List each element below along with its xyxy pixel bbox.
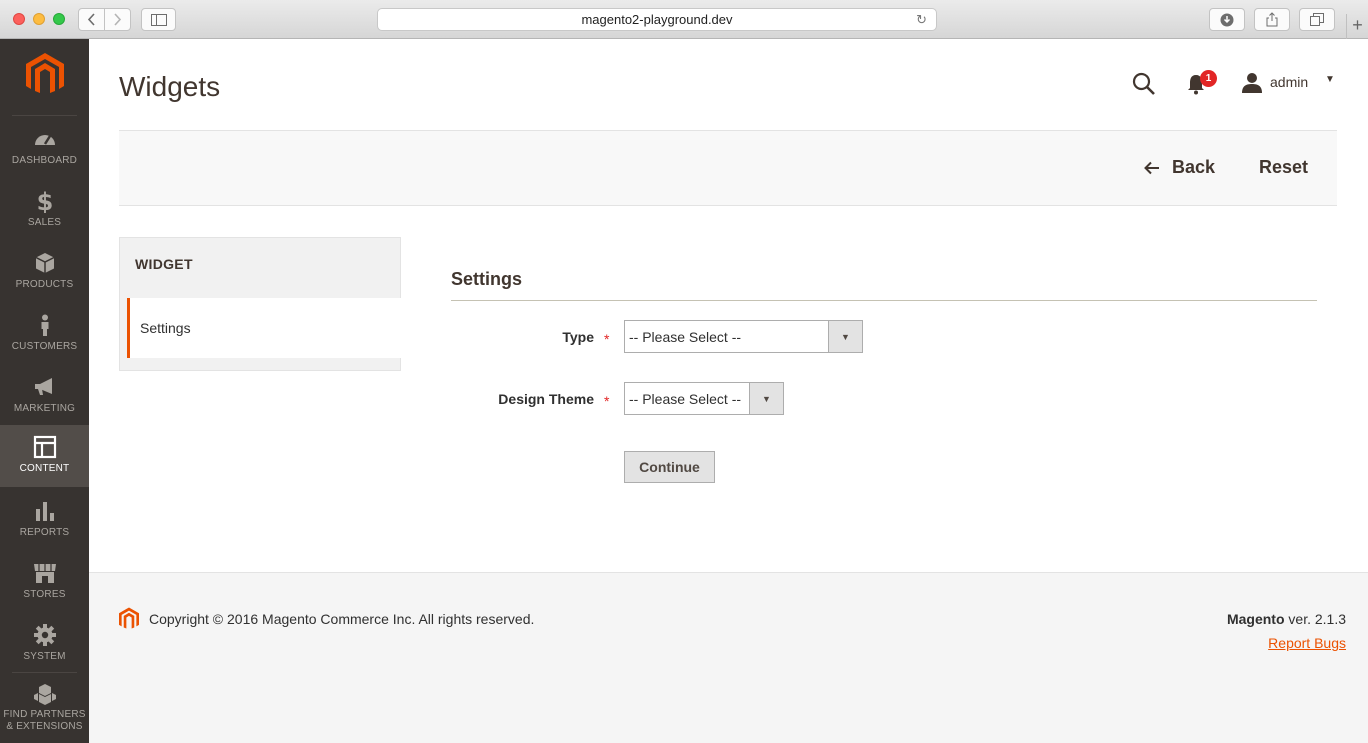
browser-forward-button[interactable] bbox=[104, 8, 131, 31]
svg-text:$: $ bbox=[36, 189, 53, 213]
sidebar-icon bbox=[150, 13, 167, 26]
section-divider bbox=[451, 300, 1317, 301]
menu-label: STORES bbox=[23, 589, 66, 600]
show-tabs-button[interactable] bbox=[1299, 8, 1335, 31]
type-select[interactable]: -- Please Select -- ▼ bbox=[624, 320, 863, 353]
chevron-right-icon bbox=[114, 13, 122, 26]
caret-down-icon[interactable]: ▼ bbox=[1325, 74, 1335, 85]
back-label: Back bbox=[1172, 157, 1216, 177]
menu-label: SYSTEM bbox=[23, 651, 66, 662]
page-footer: Copyright © 2016 Magento Commerce Inc. A… bbox=[89, 572, 1368, 743]
minimize-window-button[interactable] bbox=[33, 13, 45, 25]
version-text: Magento ver. 2.1.3 bbox=[1227, 611, 1346, 627]
menu-item-system[interactable]: SYSTEM bbox=[0, 613, 89, 675]
tabs-title: WIDGET bbox=[135, 256, 193, 272]
person-icon bbox=[41, 314, 48, 336]
widget-tabs: WIDGET Settings bbox=[119, 237, 401, 371]
report-bugs-link[interactable]: Report Bugs bbox=[1268, 635, 1346, 651]
required-mark: * bbox=[604, 331, 610, 347]
menu-label: DASHBOARD bbox=[11, 155, 78, 166]
caret-down-icon: ▼ bbox=[828, 321, 862, 352]
page-actions-bar: Back Reset bbox=[119, 130, 1337, 206]
type-select-value: -- Please Select -- bbox=[629, 329, 742, 345]
address-bar[interactable]: magento2-playground.dev ↻ bbox=[377, 8, 937, 31]
browser-back-button[interactable] bbox=[78, 8, 105, 31]
page-title: Widgets bbox=[119, 71, 221, 102]
megaphone-icon bbox=[34, 378, 52, 395]
design-theme-select[interactable]: -- Please Select -- ▼ bbox=[624, 382, 784, 415]
gear-icon bbox=[33, 624, 56, 646]
new-tab-button[interactable]: + bbox=[1346, 14, 1368, 39]
dollar-icon: $ bbox=[36, 189, 53, 213]
user-icon[interactable] bbox=[1241, 72, 1263, 94]
version-number: ver. 2.1.3 bbox=[1288, 611, 1346, 627]
admin-user-menu[interactable]: admin bbox=[1270, 74, 1308, 90]
caret-down-icon: ▼ bbox=[749, 383, 783, 414]
dashboard-gauge-icon bbox=[34, 135, 55, 145]
close-window-button[interactable] bbox=[13, 13, 25, 25]
notifications-badge: 1 bbox=[1200, 70, 1217, 87]
menu-item-sales[interactable]: $ SALES bbox=[0, 179, 89, 241]
page-content: Widgets 1 admin ▼ Back Reset WIDGET Sett… bbox=[89, 39, 1368, 743]
magento-logo-icon[interactable] bbox=[26, 53, 64, 93]
download-icon bbox=[1220, 13, 1234, 26]
magento-logo-icon bbox=[119, 607, 139, 629]
menu-item-reports[interactable]: REPORTS bbox=[0, 489, 89, 551]
menu-item-find-partners[interactable]: FIND PARTNERS & EXTENSIONS bbox=[0, 675, 89, 743]
continue-button[interactable]: Continue bbox=[624, 451, 715, 483]
menu-item-dashboard[interactable]: DASHBOARD bbox=[0, 117, 89, 179]
back-button[interactable]: Back bbox=[1144, 157, 1215, 178]
tabs-icon bbox=[1310, 13, 1324, 26]
required-mark: * bbox=[604, 393, 610, 409]
tab-label: Settings bbox=[140, 320, 191, 336]
copyright-text: Copyright © 2016 Magento Commerce Inc. A… bbox=[149, 611, 535, 627]
zoom-window-button[interactable] bbox=[53, 13, 65, 25]
menu-divider bbox=[12, 115, 77, 116]
type-label: Type bbox=[562, 329, 594, 345]
menu-label: CUSTOMERS bbox=[11, 341, 78, 352]
storefront-icon bbox=[33, 564, 56, 583]
chevron-left-icon bbox=[87, 13, 95, 26]
search-icon[interactable] bbox=[1132, 72, 1156, 96]
reload-icon[interactable]: ↻ bbox=[916, 9, 927, 30]
browser-toolbar: magento2-playground.dev ↻ + bbox=[0, 0, 1368, 39]
menu-item-products[interactable]: PRODUCTS bbox=[0, 241, 89, 303]
menu-label: PRODUCTS bbox=[15, 279, 74, 290]
design-theme-select-value: -- Please Select -- bbox=[629, 391, 742, 407]
share-button[interactable] bbox=[1254, 8, 1290, 31]
extensions-cubes-icon bbox=[33, 684, 56, 705]
layout-icon bbox=[33, 435, 56, 459]
menu-divider bbox=[12, 672, 77, 673]
menu-label: FIND PARTNERS & EXTENSIONS bbox=[3, 709, 86, 732]
menu-label: SALES bbox=[27, 217, 62, 228]
design-theme-label: Design Theme bbox=[498, 391, 594, 407]
menu-label: MARKETING bbox=[13, 403, 76, 414]
browser-sidebar-button[interactable] bbox=[141, 8, 176, 31]
admin-menu: DASHBOARD $ SALES PRODUCTS CUSTOMERS MAR… bbox=[0, 39, 89, 743]
menu-label: CONTENT bbox=[19, 463, 70, 474]
box-icon bbox=[35, 253, 54, 273]
menu-item-stores[interactable]: STORES bbox=[0, 551, 89, 613]
section-title: Settings bbox=[451, 269, 523, 289]
arrow-left-icon bbox=[1144, 161, 1159, 174]
downloads-button[interactable] bbox=[1209, 8, 1245, 31]
menu-item-customers[interactable]: CUSTOMERS bbox=[0, 303, 89, 365]
reset-button[interactable]: Reset bbox=[1259, 157, 1308, 178]
bar-chart-icon bbox=[35, 502, 54, 521]
url-text: magento2-playground.dev bbox=[581, 12, 733, 27]
menu-label: REPORTS bbox=[19, 527, 70, 538]
brand-name: Magento bbox=[1226, 611, 1285, 627]
tab-settings[interactable]: Settings bbox=[127, 298, 401, 358]
menu-item-marketing[interactable]: MARKETING bbox=[0, 365, 89, 427]
menu-item-content[interactable]: CONTENT bbox=[0, 425, 89, 487]
share-icon bbox=[1266, 12, 1278, 27]
